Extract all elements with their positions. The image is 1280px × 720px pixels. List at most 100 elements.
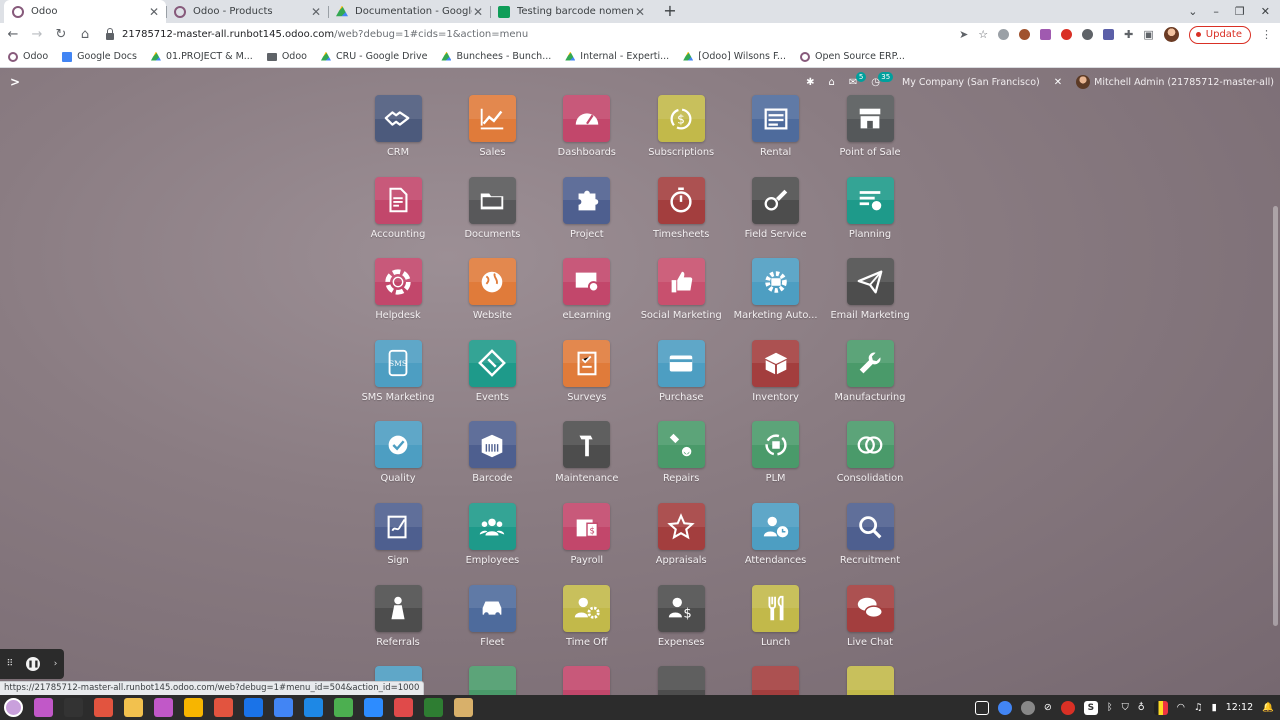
app-tile-repairs[interactable]: Repairs xyxy=(634,421,728,501)
browser-menu-icon[interactable]: ⋮ xyxy=(1261,28,1272,41)
taskbar-app-icon[interactable] xyxy=(394,698,413,717)
bookmark-item[interactable]: 01.PROJECT & M... xyxy=(150,51,253,62)
app-tile-barcode[interactable]: Barcode xyxy=(445,421,539,501)
bookmark-item[interactable]: Internal - Experti... xyxy=(565,51,669,62)
app-tile-subscriptions[interactable]: $ Subscriptions xyxy=(634,95,728,175)
address-bar[interactable]: 21785712-master-all.runbot145.odoo.com/w… xyxy=(106,24,959,45)
bookmark-item[interactable]: Open Source ERP... xyxy=(799,51,905,62)
taskbar-app-icon[interactable] xyxy=(244,698,263,717)
activity-icon[interactable]: ◷ 35 xyxy=(871,71,894,88)
app-tile-marketing-auto[interactable]: Marketing Auto... xyxy=(729,258,823,338)
back-button[interactable]: ← xyxy=(2,27,24,42)
bookmark-star-icon[interactable]: ☆ xyxy=(978,28,988,41)
reload-button[interactable]: ↻ xyxy=(50,27,72,42)
user-menu[interactable]: Mitchell Admin (21785712-master-all) xyxy=(1076,75,1274,89)
bookmark-item[interactable]: Google Docs xyxy=(62,51,137,62)
minimize-button[interactable]: – xyxy=(1213,5,1219,18)
extension-icon[interactable] xyxy=(1103,29,1115,40)
chrome-tray-icon[interactable] xyxy=(997,700,1012,715)
send-tab-icon[interactable]: ➤ xyxy=(959,28,968,41)
app-tile-surveys[interactable]: Surveys xyxy=(540,339,634,420)
taskbar-app-icon[interactable] xyxy=(424,698,443,717)
app-tile-quality[interactable]: Quality xyxy=(351,421,445,501)
home-button[interactable]: ⌂ xyxy=(74,27,96,42)
app-tile-website[interactable]: Website xyxy=(445,258,539,338)
tab-search-icon[interactable]: ⌄ xyxy=(1188,5,1197,18)
expand-recorder-button[interactable]: › xyxy=(54,659,58,669)
bulb-icon[interactable]: ♁ xyxy=(1138,702,1145,713)
app-tile-documents[interactable]: Documents xyxy=(445,176,539,257)
tray-app-icon[interactable] xyxy=(1060,700,1075,715)
app-tile-payroll[interactable]: $ Payroll xyxy=(540,503,634,583)
app-tile-point-of-sale[interactable]: Point of Sale xyxy=(823,95,917,175)
app-tile-inventory[interactable]: Inventory xyxy=(729,339,823,420)
app-tile-partial[interactable] xyxy=(634,666,728,695)
taskbar-app-icon[interactable] xyxy=(154,698,173,717)
blocked-icon[interactable]: ⊘ xyxy=(1044,702,1052,713)
app-tile-attendances[interactable]: Attendances xyxy=(729,503,823,583)
taskbar-app-icon[interactable] xyxy=(184,698,203,717)
app-tile-rental[interactable]: Rental xyxy=(729,95,823,175)
app-tile-live-chat[interactable]: Live Chat xyxy=(823,584,917,665)
app-tile-partial[interactable] xyxy=(823,666,917,695)
bookmark-item[interactable]: Odoo xyxy=(266,51,307,62)
extensions-puzzle-icon[interactable]: ✚ xyxy=(1124,28,1133,41)
app-tile-partial[interactable] xyxy=(729,666,823,695)
extension-icon[interactable] xyxy=(1040,29,1052,40)
notifications-icon[interactable]: 🔔 xyxy=(1262,702,1274,713)
bookmark-item[interactable]: Odoo xyxy=(8,51,48,62)
taskbar-app-icon[interactable] xyxy=(4,698,23,717)
close-tab-icon[interactable]: ✕ xyxy=(148,5,160,19)
scrollbar-thumb[interactable] xyxy=(1273,206,1278,626)
skype-icon[interactable]: S xyxy=(1083,700,1098,715)
app-tile-partial[interactable] xyxy=(540,666,634,695)
update-button[interactable]: Update xyxy=(1188,25,1251,44)
browser-tab[interactable]: Odoo ✕ xyxy=(4,0,166,23)
close-window-button[interactable]: ✕ xyxy=(1261,5,1270,18)
app-tile-maintenance[interactable]: Maintenance xyxy=(540,421,634,501)
pause-recording-button[interactable]: ❚❚ xyxy=(26,657,41,671)
restore-button[interactable]: ❐ xyxy=(1235,5,1245,18)
extension-icon[interactable] xyxy=(1019,29,1031,40)
close-tab-icon[interactable]: ✕ xyxy=(634,5,646,19)
app-tile-elearning[interactable]: eLearning xyxy=(540,258,634,338)
bookmark-item[interactable]: Bunchees - Bunch... xyxy=(441,51,551,62)
app-tile-sign[interactable]: Sign xyxy=(351,503,445,583)
close-tab-icon[interactable]: ✕ xyxy=(310,5,322,19)
app-tile-fleet[interactable]: Fleet xyxy=(445,584,539,665)
drag-handle-icon[interactable]: ⠿ xyxy=(7,659,14,669)
clipboard-tray-icon[interactable] xyxy=(974,700,989,715)
app-tile-field-service[interactable]: Field Service xyxy=(729,176,823,257)
taskbar-app-icon[interactable] xyxy=(124,698,143,717)
app-tile-recruitment[interactable]: Recruitment xyxy=(823,503,917,583)
taskbar-app-icon[interactable] xyxy=(64,698,83,717)
app-tile-employees[interactable]: Employees xyxy=(445,503,539,583)
app-tile-referrals[interactable]: Referrals xyxy=(351,584,445,665)
company-switcher[interactable]: My Company (San Francisco) xyxy=(902,77,1040,88)
taskbar-app-icon[interactable] xyxy=(334,698,353,717)
taskbar-app-icon[interactable] xyxy=(34,698,53,717)
profile-avatar[interactable] xyxy=(1163,27,1179,42)
keyboard-flag-icon[interactable] xyxy=(1153,700,1168,715)
taskbar-app-icon[interactable] xyxy=(364,698,383,717)
app-tile-events[interactable]: Events xyxy=(445,339,539,420)
app-tile-partial[interactable] xyxy=(445,666,539,695)
app-tile-social-marketing[interactable]: Social Marketing xyxy=(634,258,728,338)
app-tile-crm[interactable]: CRM xyxy=(351,95,445,175)
app-tile-timesheets[interactable]: Timesheets xyxy=(634,176,728,257)
bookmark-item[interactable]: CRU - Google Drive xyxy=(320,51,427,62)
messaging-icon[interactable]: ✉ 5 xyxy=(849,71,867,88)
bug-icon[interactable]: ✱ xyxy=(806,77,814,88)
extension-icon[interactable] xyxy=(1082,29,1094,40)
app-tile-sales[interactable]: Sales xyxy=(445,95,539,175)
browser-tab[interactable]: Testing barcode nomenclature ✕ xyxy=(490,0,652,23)
battery-icon[interactable]: ▮ xyxy=(1212,702,1217,713)
page-scrollbar[interactable] xyxy=(1271,96,1280,695)
app-tile-plm[interactable]: PLM xyxy=(729,421,823,501)
taskbar-app-icon[interactable] xyxy=(454,698,473,717)
app-tile-email-marketing[interactable]: Email Marketing xyxy=(823,258,917,338)
tray-app-icon[interactable] xyxy=(1020,700,1035,715)
taskbar-app-icon[interactable] xyxy=(304,698,323,717)
extension-icon[interactable] xyxy=(998,29,1010,40)
taskbar-app-icon[interactable] xyxy=(94,698,113,717)
